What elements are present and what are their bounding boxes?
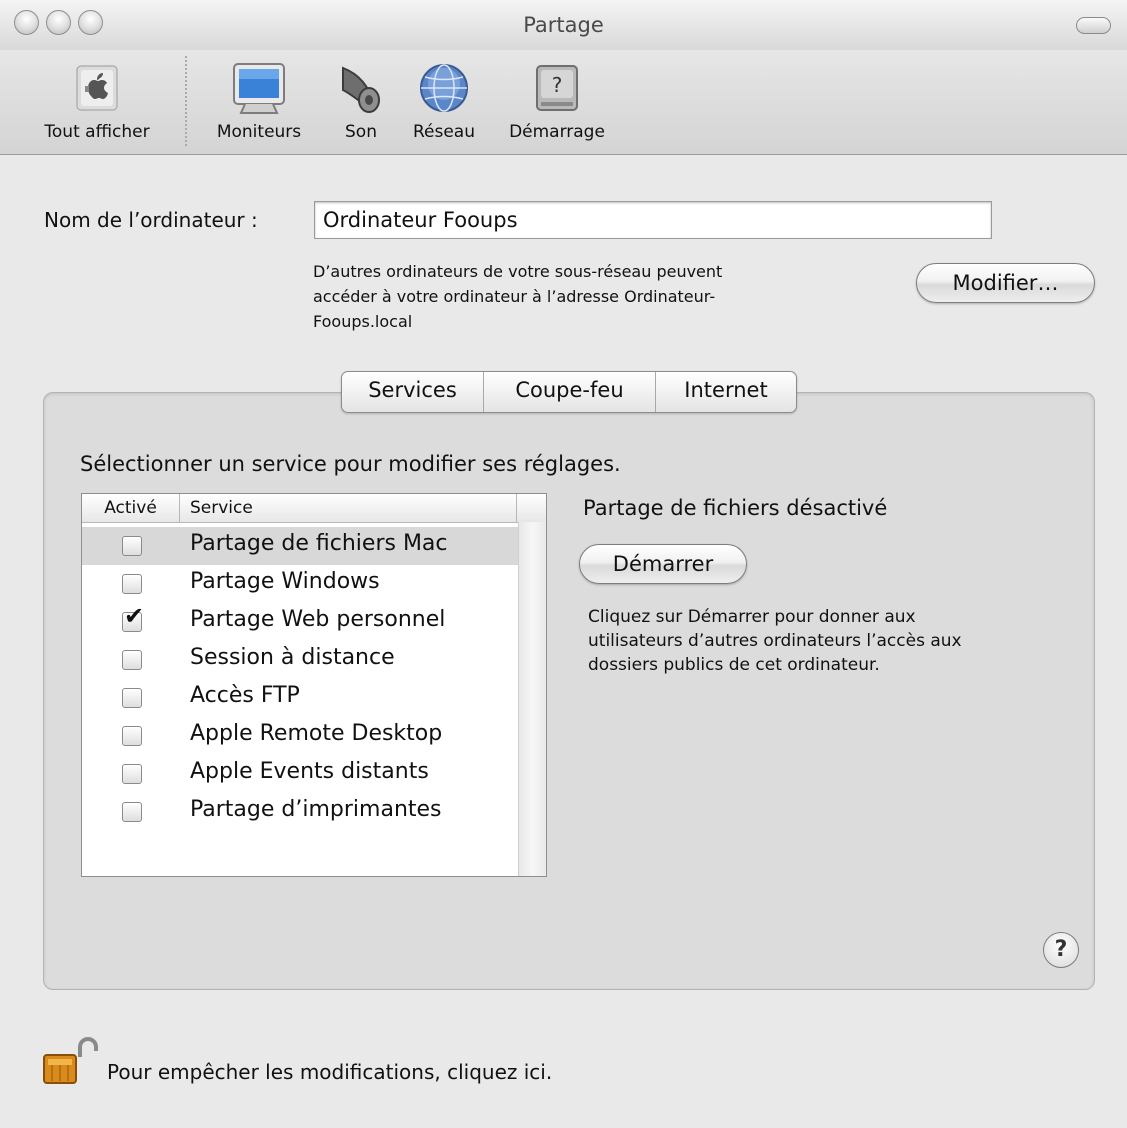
tab-services[interactable]: Services: [342, 372, 483, 412]
service-status: Partage de fichiers désactivé: [583, 496, 888, 520]
service-name: Partage d’imprimantes: [190, 797, 442, 822]
service-name: Apple Events distants: [190, 759, 429, 784]
column-header-active[interactable]: Activé: [82, 494, 180, 522]
table-scrollbar[interactable]: [518, 522, 546, 876]
apple-logo-icon: [69, 60, 125, 116]
info-line: Fooups.local: [313, 312, 413, 331]
service-checkbox[interactable]: [122, 536, 142, 556]
toolbar-sound[interactable]: Son: [330, 60, 392, 142]
info-line: D’autres ordinateurs de votre sous-résea…: [313, 262, 723, 281]
service-name: Partage Web personnel: [190, 607, 446, 632]
info-line: accéder à votre ordinateur à l’adresse O…: [313, 287, 716, 306]
table-row[interactable]: Apple Remote Desktop: [82, 717, 518, 755]
help-button[interactable]: ?: [1043, 932, 1079, 968]
toolbar-label: Tout afficher: [44, 122, 150, 142]
toolbar-label: Moniteurs: [216, 122, 302, 142]
service-checkbox[interactable]: ✔: [122, 604, 144, 632]
title-bar: Partage: [0, 0, 1127, 51]
toolbar-monitors[interactable]: Moniteurs: [205, 60, 313, 142]
column-header-service[interactable]: Service: [180, 494, 517, 522]
tab-internet[interactable]: Internet: [655, 372, 796, 412]
start-service-button[interactable]: Démarrer: [579, 544, 747, 584]
service-name: Partage Windows: [190, 569, 380, 594]
table-header: Activé Service: [82, 494, 546, 523]
toolbar-toggle-button[interactable]: [1076, 17, 1111, 34]
svg-text:?: ?: [552, 73, 563, 97]
service-checkbox[interactable]: [122, 726, 142, 746]
toolbar-network[interactable]: Réseau: [404, 60, 484, 142]
toolbar-label: Son: [345, 122, 377, 142]
table-row[interactable]: Apple Events distants: [82, 755, 518, 793]
toolbar: Tout afficher Moniteurs Son Réseau ? Dém…: [0, 50, 1127, 155]
service-checkbox[interactable]: [122, 574, 142, 594]
service-name: Session à distance: [190, 645, 395, 670]
description-line: dossiers publics de cet ordinateur.: [588, 655, 880, 675]
table-row[interactable]: Partage de fichiers Mac: [82, 527, 518, 565]
service-name: Accès FTP: [190, 683, 300, 708]
toolbar-show-all[interactable]: Tout afficher: [22, 60, 172, 142]
toolbar-startup-disk[interactable]: ? Démarrage: [498, 60, 616, 142]
description-line: Cliquez sur Démarrer pour donner aux: [588, 607, 916, 627]
window-title: Partage: [523, 13, 604, 37]
toolbar-separator: [185, 56, 187, 146]
table-row[interactable]: Partage Windows: [82, 565, 518, 603]
lock-message[interactable]: Pour empêcher les modifications, cliquez…: [107, 1060, 552, 1084]
tab-firewall[interactable]: Coupe-feu: [483, 372, 655, 412]
table-row[interactable]: ✔ Partage Web personnel: [82, 603, 518, 641]
globe-icon: [416, 60, 472, 116]
edit-computer-name-button[interactable]: Modifier…: [916, 263, 1095, 303]
monitor-icon: [231, 60, 287, 116]
toolbar-label: Réseau: [412, 122, 475, 142]
tab-bar: Services Coupe-feu Internet: [341, 371, 797, 413]
service-checkbox[interactable]: [122, 688, 142, 708]
services-table[interactable]: Activé Service Partage de fichiers Mac Pa…: [81, 493, 547, 877]
table-row[interactable]: Accès FTP: [82, 679, 518, 717]
services-instruction: Sélectionner un service pour modifier se…: [80, 452, 621, 476]
service-description: Cliquez sur Démarrer pour donner aux uti…: [588, 605, 962, 677]
computer-name-label: Nom de l’ordinateur :: [44, 208, 258, 232]
table-row[interactable]: Partage d’imprimantes: [82, 793, 518, 831]
table-row[interactable]: Session à distance: [82, 641, 518, 679]
speaker-icon: [333, 60, 389, 116]
computer-name-field[interactable]: Ordinateur Fooups: [314, 201, 992, 239]
checkmark-icon: ✔: [124, 602, 145, 630]
service-name: Partage de fichiers Mac: [190, 531, 448, 556]
preferences-window: Partage Tout afficher Moniteurs Son Rése…: [0, 0, 1127, 1128]
service-checkbox[interactable]: [122, 764, 142, 784]
description-line: utilisateurs d’autres ordinateurs l’accè…: [588, 631, 962, 651]
sharing-pane: Nom de l’ordinateur : Ordinateur Fooups …: [0, 155, 1127, 1128]
service-checkbox[interactable]: [122, 802, 142, 822]
toolbar-label: Démarrage: [509, 122, 605, 142]
startup-disk-icon: ?: [529, 60, 585, 116]
computer-name-info: D’autres ordinateurs de votre sous-résea…: [313, 259, 722, 334]
lock-icon[interactable]: [42, 1035, 102, 1085]
service-checkbox[interactable]: [122, 650, 142, 670]
service-name: Apple Remote Desktop: [190, 721, 443, 746]
